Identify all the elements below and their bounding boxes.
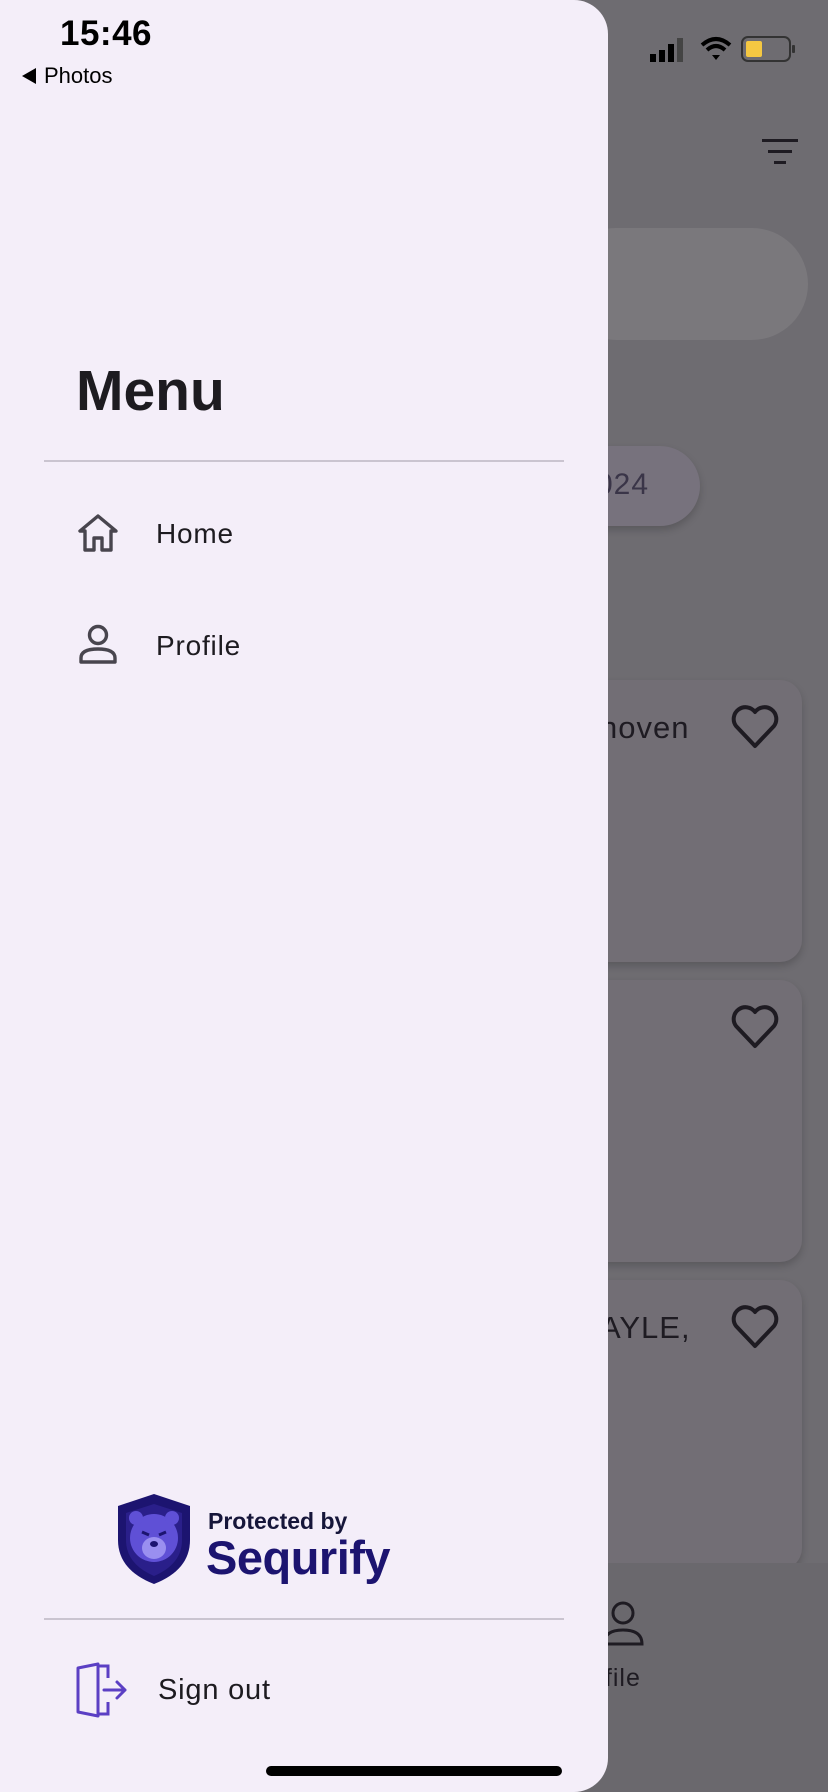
battery-icon xyxy=(741,36,795,62)
drawer-item-label: Home xyxy=(156,518,234,549)
home-indicator[interactable] xyxy=(266,1766,562,1776)
drawer-item-home[interactable]: Home xyxy=(44,489,564,579)
home-icon xyxy=(78,514,118,552)
status-icons xyxy=(650,36,795,62)
drawer-title: Menu xyxy=(76,359,225,423)
sign-out-button[interactable]: Sign out xyxy=(44,1644,564,1740)
bear-shield-logo-icon xyxy=(118,1494,190,1584)
back-to-app-link[interactable]: Photos xyxy=(22,62,113,90)
card-title: AYLE, xyxy=(600,1310,691,1345)
drawer-item-profile[interactable]: Profile xyxy=(44,601,564,691)
filter-icon[interactable] xyxy=(760,136,800,168)
divider xyxy=(44,1618,564,1620)
back-app-label: Photos xyxy=(44,63,113,88)
heart-icon[interactable] xyxy=(730,704,780,750)
card-title: hoven xyxy=(600,710,690,745)
back-arrow-icon xyxy=(22,68,36,84)
cellular-signal-icon xyxy=(650,38,683,62)
sign-out-icon xyxy=(76,1662,127,1718)
status-time: 15:46 xyxy=(60,14,153,53)
wifi-icon xyxy=(700,37,732,60)
divider xyxy=(44,460,564,462)
person-icon xyxy=(79,624,117,664)
heart-icon[interactable] xyxy=(730,1004,780,1050)
navigation-drawer: 15:46 Photos Menu Home Profile Protected… xyxy=(0,0,608,1792)
drawer-item-label: Profile xyxy=(156,630,241,661)
heart-icon[interactable] xyxy=(730,1304,780,1350)
protected-by-badge: Protected by Sequrify xyxy=(114,1492,394,1588)
brand-name: Sequrify xyxy=(206,1531,391,1584)
sign-out-label: Sign out xyxy=(158,1674,271,1706)
